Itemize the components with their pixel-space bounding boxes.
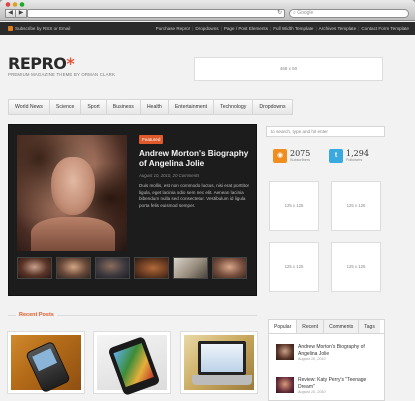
widget-list-item[interactable]: Review: Katy Perry's "Teenage Dream" Aug… [276, 377, 378, 394]
recent-post-1[interactable] [8, 332, 84, 394]
slider-thumb-1[interactable] [17, 257, 52, 279]
slider-thumbnails [17, 257, 247, 279]
widget-item-title: Andrew Morton's Biography of Angelina Jo… [298, 344, 365, 357]
close-window-button[interactable] [5, 2, 11, 7]
sidebar-ad-2[interactable]: 125 x 125 [331, 181, 381, 231]
reload-icon[interactable]: ↻ [277, 10, 282, 17]
browser-search-input[interactable]: ⌕ Google [289, 9, 409, 18]
nav-item-dropdowns[interactable]: Dropdowns [253, 100, 291, 114]
recent-posts-title: Recent Posts [16, 311, 57, 320]
browser-search-placeholder: Google [297, 10, 314, 16]
slider-thumb-5[interactable] [173, 257, 208, 279]
widget-item-title: Review: Katy Perry's "Teenage Dream" [298, 377, 367, 390]
twitter-icon: t [329, 149, 343, 163]
rss-count-label: Subscribers [290, 158, 311, 162]
top-links: Purchase Repro! | Dropdowns | Page / Post … [156, 22, 409, 35]
recent-post-3[interactable] [181, 332, 257, 393]
rss-counter[interactable]: ◉ 2075 Subscribers [273, 149, 310, 163]
address-bar[interactable]: ↻ [27, 9, 285, 18]
widget-list-item[interactable]: Andrew Morton's Biography of Angelina Jo… [276, 344, 378, 361]
widget-thumb [276, 344, 294, 360]
recent-posts-header: Recent Posts [8, 311, 257, 320]
top-bar: Subscribe by RSS or Email Purchase Repro… [0, 22, 415, 35]
sidebar-search-input[interactable]: to search, type and hit enter [266, 126, 385, 137]
featured-badge: Featured [139, 135, 164, 144]
header-banner-ad[interactable]: 468 x 60 [194, 57, 383, 81]
slider-thumb-4[interactable] [134, 257, 169, 279]
top-link-contact[interactable]: Contact Form Template [361, 22, 409, 35]
twitter-counter[interactable]: t 1,294 Followers [329, 149, 369, 163]
widget-item-date: August 10, 2010 [298, 357, 326, 361]
browser-window: ◀ ▶ + ↻ ⌕ Google Subscribe by RSS or Ema… [0, 0, 415, 401]
featured-title[interactable]: Andrew Morton's Biography of Angelina Jo… [139, 149, 251, 169]
featured-slider: Featured Andrew Morton's Biography of An… [8, 124, 257, 296]
logo-star: * [66, 54, 75, 73]
widget-thumb [276, 377, 294, 393]
slider-thumb-3[interactable] [95, 257, 130, 279]
top-link-dropdowns[interactable]: Dropdowns [195, 22, 218, 35]
nav-item-health[interactable]: Health [141, 100, 169, 114]
top-link-purchase[interactable]: Purchase Repro! [156, 22, 190, 35]
slider-thumb-6[interactable] [212, 257, 247, 279]
or-label: or [53, 26, 58, 31]
back-arrow-icon[interactable]: ◀ [5, 9, 16, 18]
featured-excerpt: Duis mollis, est non commodo luctus, nis… [139, 183, 250, 208]
tab-tags[interactable]: Tags [359, 320, 380, 333]
recent-post-2[interactable] [94, 332, 170, 396]
site-tagline: PREMIUM MAGAZINE THEME BY ORMAN CLARK [8, 72, 116, 77]
top-link-full-width[interactable]: Full Width Template [273, 22, 313, 35]
tab-comments[interactable]: Comments [324, 320, 360, 333]
rss-small-icon [8, 26, 13, 32]
nav-buttons: ◀ ▶ [5, 9, 27, 18]
rss-icon: ◉ [273, 149, 287, 163]
laptop-image [198, 341, 246, 375]
featured-image[interactable] [17, 135, 127, 251]
email-link[interactable]: Email [59, 26, 71, 31]
smartphone-image [107, 336, 161, 396]
top-link-archives[interactable]: Archives Template [319, 22, 356, 35]
sidebar-ad-1[interactable]: 125 x 125 [269, 181, 319, 231]
twitter-count: 1,294 [346, 149, 369, 158]
laptop-base [192, 375, 252, 385]
sidebar-ad-4[interactable]: 125 x 125 [331, 242, 381, 292]
subscribe-links: Subscribe by RSS or Email [8, 22, 70, 35]
by-label: by [36, 26, 42, 31]
twitter-count-label: Followers [346, 158, 363, 162]
nav-item-entertainment[interactable]: Entertainment [169, 100, 215, 114]
sidebar-ad-3[interactable]: 125 x 125 [269, 242, 319, 292]
tab-recent[interactable]: Recent [297, 320, 325, 333]
nav-item-sport[interactable]: Sport [81, 100, 107, 114]
logo-text: REPRO [8, 54, 67, 73]
nav-item-business[interactable]: Business [107, 100, 141, 114]
subscribe-label: Subscribe [15, 26, 36, 31]
main-navigation: World News Science Sport Business Health… [8, 99, 293, 115]
window-controls [5, 2, 25, 7]
nav-item-world-news[interactable]: World News [9, 100, 50, 114]
phone-image [25, 340, 71, 394]
site-logo[interactable]: REPRO* [8, 54, 75, 73]
top-link-page-elements[interactable]: Page / Post Elements [224, 22, 268, 35]
nav-item-science[interactable]: Science [50, 100, 82, 114]
tabbed-widget: Popular Recent Comments Tags Andrew Mort… [268, 319, 385, 401]
tab-popular[interactable]: Popular [269, 320, 298, 333]
featured-date: August 10, 2010, 20 Comments [139, 173, 200, 178]
widget-tab-bar: Popular Recent Comments Tags [269, 320, 384, 334]
forward-arrow-icon[interactable]: ▶ [16, 9, 27, 18]
zoom-window-button[interactable] [19, 2, 25, 7]
rss-count: 2075 [290, 149, 311, 158]
minimize-window-button[interactable] [12, 2, 18, 7]
browser-toolbar: ◀ ▶ + ↻ ⌕ Google [0, 0, 415, 21]
rss-link[interactable]: RSS [43, 26, 52, 31]
widget-item-date: August 10, 2010 [298, 390, 326, 394]
nav-item-technology[interactable]: Technology [214, 100, 254, 114]
search-icon: ⌕ [293, 10, 296, 16]
slider-thumb-2[interactable] [56, 257, 91, 279]
featured-image-shoulders [31, 217, 115, 251]
featured-image-face [51, 157, 95, 215]
